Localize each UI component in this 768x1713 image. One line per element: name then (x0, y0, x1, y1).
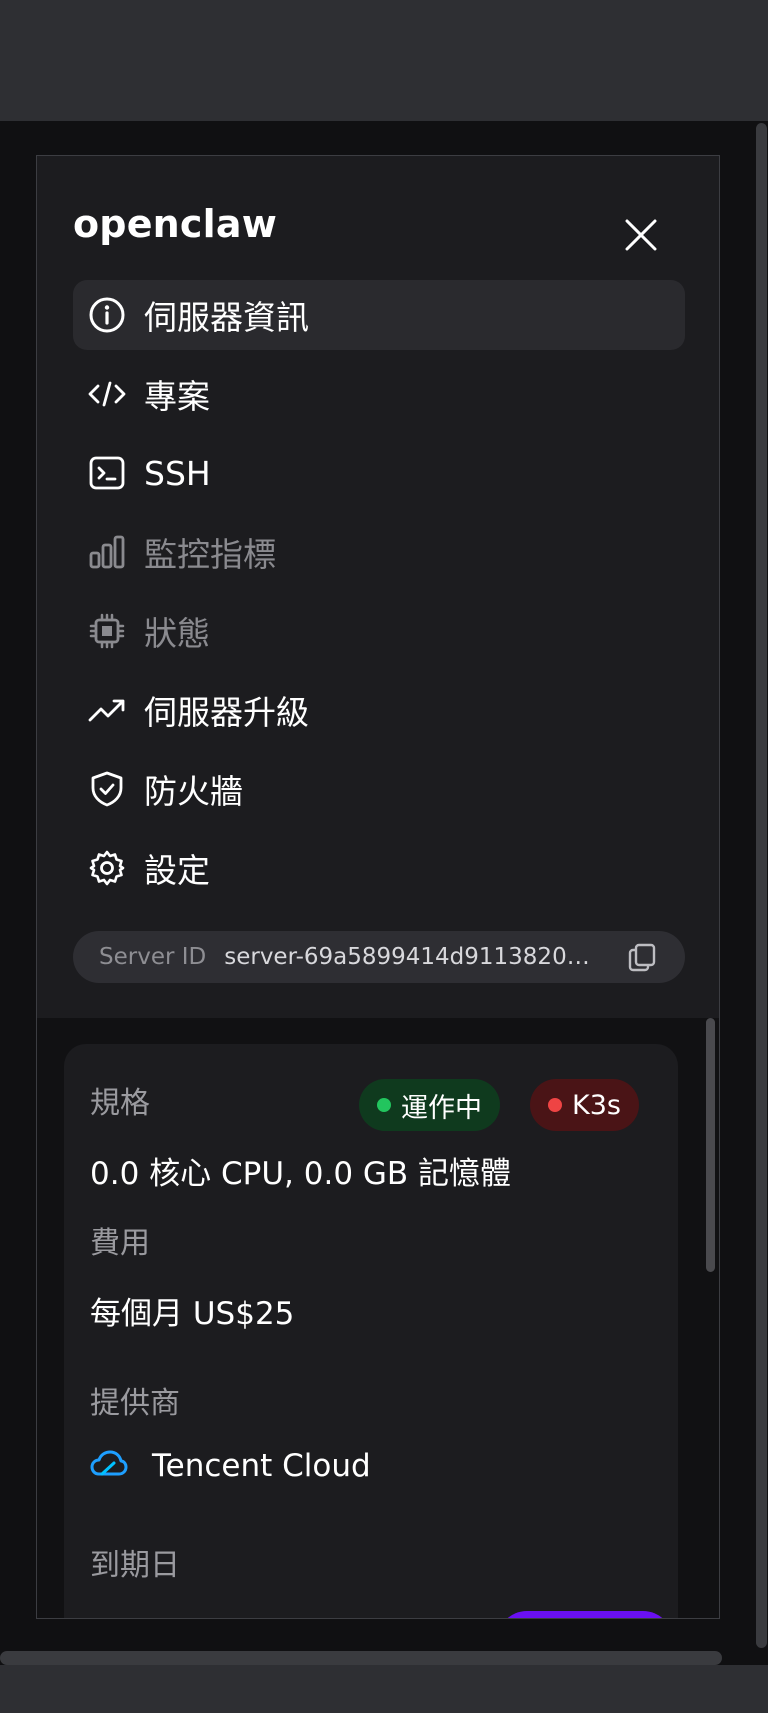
cost-label: 費用 (90, 1226, 150, 1261)
provider-value: Tencent Cloud (152, 1448, 371, 1484)
cpu-chip-icon (87, 611, 127, 651)
page-horizontal-scrollbar[interactable] (0, 1651, 722, 1665)
bar-chart-icon (87, 532, 127, 572)
close-button[interactable] (620, 214, 662, 256)
menu-item-label: 狀態 (144, 614, 210, 653)
running-dot (377, 1098, 391, 1112)
tencent-cloud-icon (90, 1450, 128, 1482)
page-vertical-scrollbar[interactable] (756, 123, 767, 1648)
server-id-value: server-69a5899414d9113820… (224, 944, 590, 970)
server-drawer: openclaw 伺服器資訊 專案 SSH 監控指標 狀態 伺服器升級 防火牆 … (36, 155, 720, 1619)
spec-value: 0.0 核心 CPU, 0.0 GB 記憶體 (90, 1156, 512, 1192)
terminal-icon (87, 453, 127, 493)
drawer-scrollbar[interactable] (706, 1018, 715, 1272)
info-circle-icon (87, 295, 127, 335)
menu-item-metrics[interactable]: 監控指標 (73, 517, 685, 587)
running-badge-label: 運作中 (401, 1092, 482, 1124)
menu-item-label: 伺服器升級 (144, 693, 309, 732)
k3s-badge-label: K3s (572, 1089, 621, 1121)
app-title: openclaw (73, 202, 278, 246)
menu-item-label: 防火牆 (144, 772, 243, 811)
spec-label: 規格 (90, 1086, 150, 1121)
renew-button[interactable] (497, 1611, 673, 1618)
menu-item-label: 伺服器資訊 (144, 298, 309, 337)
code-icon (87, 374, 127, 414)
expiry-label: 到期日 (90, 1548, 180, 1583)
menu-item-server-info[interactable]: 伺服器資訊 (73, 280, 685, 350)
provider-row: Tencent Cloud (90, 1448, 371, 1484)
menu-item-label: 專案 (144, 377, 210, 416)
server-info-card: 規格 運作中 K3s 0.0 核心 CPU, 0.0 GB 記憶體 費用 每個月… (64, 1044, 678, 1618)
drawer-header: openclaw 伺服器資訊 專案 SSH 監控指標 狀態 伺服器升級 防火牆 … (37, 156, 719, 1018)
menu-item-upgrade[interactable]: 伺服器升級 (73, 675, 685, 745)
shield-check-icon (87, 769, 127, 809)
cost-value: 每個月 US$25 (90, 1296, 295, 1332)
menu-item-ssh[interactable]: SSH (73, 438, 685, 508)
menu-item-label: 監控指標 (144, 535, 276, 574)
menu-item-label: 設定 (144, 851, 210, 890)
server-id-label: Server ID (99, 944, 207, 970)
drawer-menu: 伺服器資訊 專案 SSH 監控指標 狀態 伺服器升級 防火牆 設定 (73, 280, 685, 912)
menu-item-label: SSH (144, 453, 211, 493)
close-icon (625, 219, 657, 251)
bottom-bar (0, 1665, 768, 1713)
k3s-dot (548, 1098, 562, 1112)
provider-label: 提供商 (90, 1386, 180, 1421)
gear-icon (87, 848, 127, 888)
menu-item-status[interactable]: 狀態 (73, 596, 685, 666)
copy-icon[interactable] (627, 942, 657, 972)
menu-item-projects[interactable]: 專案 (73, 359, 685, 429)
menu-item-settings[interactable]: 設定 (73, 833, 685, 903)
status-badge-running: 運作中 (359, 1079, 500, 1131)
server-id-field: Server ID server-69a5899414d9113820… (73, 931, 685, 983)
status-badge-k3s: K3s (530, 1079, 639, 1131)
top-bar (0, 0, 768, 121)
trending-up-icon (87, 690, 127, 730)
menu-item-firewall[interactable]: 防火牆 (73, 754, 685, 824)
